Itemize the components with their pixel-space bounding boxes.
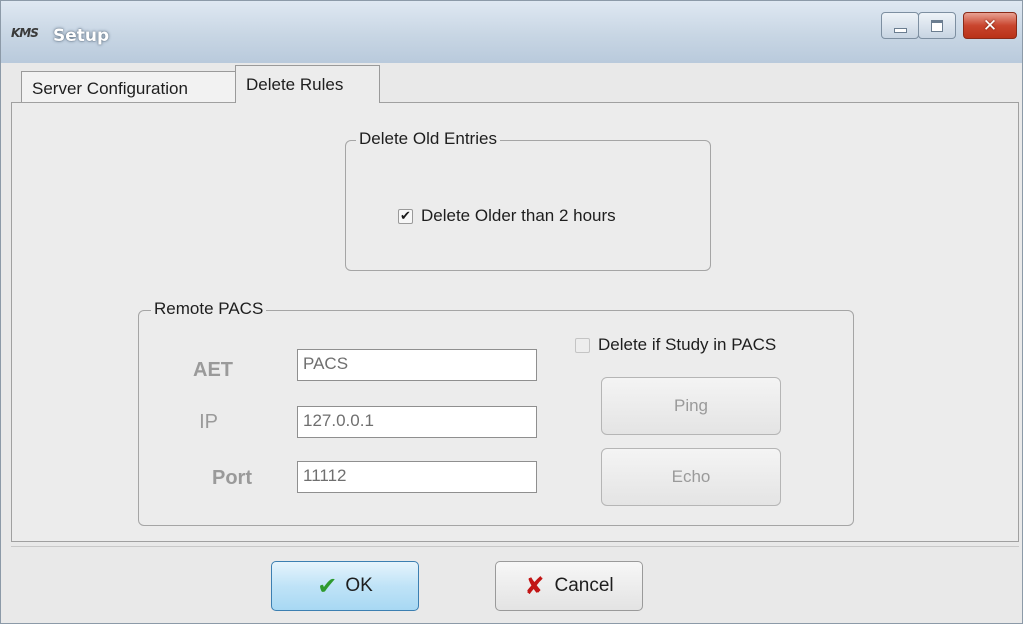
port-label: Port <box>212 467 252 489</box>
remote-pacs-group: Remote PACS AET PACS IP 127.0.0.1 Port 1… <box>138 299 854 526</box>
tab-server-configuration[interactable]: Server Configuration <box>21 71 245 105</box>
ok-label: OK <box>345 575 373 596</box>
cancel-label: Cancel <box>554 575 614 596</box>
delete-older-checkbox[interactable]: ✔ <box>398 208 413 224</box>
aet-label: AET <box>193 359 233 381</box>
tab-delete-rules[interactable]: Delete Rules <box>235 65 380 103</box>
maximize-icon <box>931 19 943 32</box>
checkmark-icon: ✔ <box>317 572 338 600</box>
cancel-button[interactable]: ✘ Cancel <box>495 561 643 611</box>
port-field[interactable]: 11112 <box>297 461 537 493</box>
x-icon: ✘ <box>524 572 545 600</box>
delete-if-study-label: Delete if Study in PACS <box>598 335 777 354</box>
delete-old-entries-title: Delete Old Entries <box>356 129 500 149</box>
delete-older-checkbox-row[interactable]: ✔ Delete Older than 2 hours <box>398 206 616 226</box>
ping-button[interactable]: Ping <box>601 377 781 435</box>
tab-strip: Server Configuration Delete Rules <box>11 63 1019 105</box>
minimize-icon <box>893 27 907 33</box>
delete-if-study-checkbox[interactable] <box>575 337 590 353</box>
footer-divider <box>11 546 1019 547</box>
app-logo: KMS <box>11 26 39 40</box>
delete-rules-panel: Delete Old Entries ✔ Delete Older than 2… <box>11 102 1019 542</box>
setup-window: KMS Setup ✕ Server Configuration Delete … <box>0 0 1023 624</box>
window-title: Setup <box>53 26 110 46</box>
echo-button[interactable]: Echo <box>601 448 781 506</box>
close-button[interactable]: ✕ <box>963 12 1017 39</box>
delete-old-entries-group: Delete Old Entries ✔ Delete Older than 2… <box>345 129 711 271</box>
ip-label: IP <box>199 411 218 433</box>
close-icon: ✕ <box>982 15 998 36</box>
ip-field[interactable]: 127.0.0.1 <box>297 406 537 438</box>
aet-field[interactable]: PACS <box>297 349 537 381</box>
maximize-button[interactable] <box>918 12 956 39</box>
minimize-button[interactable] <box>881 12 919 39</box>
delete-older-label: Delete Older than 2 hours <box>421 206 616 225</box>
remote-pacs-title: Remote PACS <box>151 299 267 319</box>
ok-button[interactable]: ✔ OK <box>271 561 419 611</box>
title-bar[interactable]: KMS Setup ✕ <box>1 1 1022 63</box>
delete-if-study-row[interactable]: Delete if Study in PACS <box>575 335 776 355</box>
